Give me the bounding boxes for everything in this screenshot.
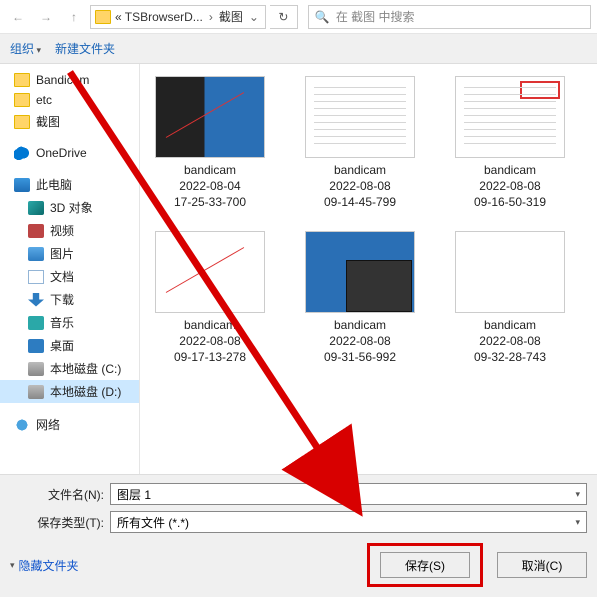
folder-icon — [14, 115, 30, 129]
breadcrumb-part[interactable]: « TSBrowserD... — [115, 10, 203, 24]
file-name: bandicam2022-08-0809-17-13-278 — [174, 317, 246, 366]
sidebar-item-label: 下载 — [50, 291, 74, 308]
folder-icon — [14, 93, 30, 107]
file-item[interactable]: bandicam2022-08-0809-16-50-319 — [450, 76, 570, 211]
new-folder-button[interactable]: 新建文件夹 — [55, 40, 115, 57]
pc-icon — [14, 178, 30, 192]
chevron-right-icon[interactable]: › — [207, 10, 215, 24]
sidebar-item-label: 此电脑 — [36, 176, 72, 193]
sidebar-item[interactable]: 截图 — [0, 110, 139, 133]
dl-icon — [28, 293, 44, 307]
sidebar-item[interactable]: 本地磁盘 (D:) — [0, 380, 139, 403]
file-name: bandicam2022-08-0809-14-45-799 — [324, 162, 396, 211]
sidebar-item-label: Bandicam — [36, 73, 89, 87]
folder-icon — [14, 73, 30, 87]
onedrive-icon — [14, 146, 30, 160]
sidebar-item[interactable]: 视频 — [0, 219, 139, 242]
sidebar-item[interactable]: 本地磁盘 (C:) — [0, 357, 139, 380]
save-button-highlight: 保存(S) — [367, 543, 483, 587]
nav-up-button[interactable]: ↑ — [62, 5, 86, 29]
sidebar-item-this-pc[interactable]: 此电脑 — [0, 173, 139, 196]
file-name: bandicam2022-08-0417-25-33-700 — [174, 162, 246, 211]
search-placeholder: 在 截图 中搜索 — [336, 8, 415, 25]
filename-input[interactable]: 图层 1 ▾ — [110, 483, 587, 505]
sidebar-item[interactable]: 图片 — [0, 242, 139, 265]
sidebar-item-label: 桌面 — [50, 337, 74, 354]
pics-icon — [28, 247, 44, 261]
docs-icon — [28, 270, 44, 284]
file-item[interactable]: bandicam2022-08-0809-32-28-743 — [450, 231, 570, 366]
sidebar-item[interactable]: 桌面 — [0, 334, 139, 357]
sidebar-item-label: 文档 — [50, 268, 74, 285]
sidebar-item-label: 图片 — [50, 245, 74, 262]
hide-folders-label: 隐藏文件夹 — [19, 557, 79, 574]
sidebar-item-label: 3D 对象 — [50, 199, 93, 216]
sidebar-item[interactable]: Bandicam — [0, 70, 139, 90]
video-icon — [28, 224, 44, 238]
sidebar-item-label: 截图 — [36, 113, 60, 130]
sidebar-item-label: 本地磁盘 (C:) — [50, 360, 121, 377]
file-grid[interactable]: bandicam2022-08-0417-25-33-700 bandicam20… — [140, 64, 597, 474]
file-name: bandicam2022-08-0809-32-28-743 — [474, 317, 546, 366]
thumbnail — [305, 231, 415, 313]
search-input[interactable]: 🔍 在 截图 中搜索 — [308, 5, 591, 29]
cancel-button[interactable]: 取消(C) — [497, 552, 587, 578]
disk-icon — [28, 362, 44, 376]
sidebar-item[interactable]: 下载 — [0, 288, 139, 311]
sidebar-item[interactable]: 音乐 — [0, 311, 139, 334]
sidebar-item-label: OneDrive — [36, 146, 87, 160]
main-area: Bandicam etc 截图 OneDrive 此电脑 3D 对象视频图片文档下载… — [0, 64, 597, 474]
sidebar-item[interactable]: etc — [0, 90, 139, 110]
thumbnail — [155, 76, 265, 158]
nav-back-button[interactable]: ← — [6, 5, 30, 29]
thumbnail — [455, 231, 565, 313]
chevron-down-icon[interactable]: ⌄ — [247, 10, 261, 24]
thumbnail — [305, 76, 415, 158]
disk-icon — [28, 385, 44, 399]
nav-forward-button: → — [34, 5, 58, 29]
filetype-select[interactable]: 所有文件 (*.*) ▾ — [110, 511, 587, 533]
network-icon — [14, 418, 30, 432]
sidebar-item[interactable]: 3D 对象 — [0, 196, 139, 219]
refresh-button[interactable]: ↻ — [270, 5, 298, 29]
sidebar-item-label: 本地磁盘 (D:) — [50, 383, 121, 400]
chevron-down-icon[interactable]: ▾ — [575, 489, 580, 500]
file-name: bandicam2022-08-0809-31-56-992 — [324, 317, 396, 366]
address-bar: ← → ↑ « TSBrowserD... › 截图 ⌄ ↻ 🔍 在 截图 中搜… — [0, 0, 597, 34]
folder-icon — [95, 10, 111, 24]
search-icon: 🔍 — [315, 10, 330, 24]
breadcrumb-part[interactable]: 截图 — [219, 8, 243, 25]
filename-label: 文件名(N): — [10, 486, 104, 503]
organize-menu[interactable]: 组织 — [10, 40, 41, 57]
thumbnail — [155, 231, 265, 313]
file-item[interactable]: bandicam2022-08-0809-14-45-799 — [300, 76, 420, 211]
chevron-down-icon[interactable]: ▾ — [575, 517, 580, 528]
obj3d-icon — [28, 201, 44, 215]
filetype-value: 所有文件 (*.*) — [117, 514, 189, 531]
sidebar: Bandicam etc 截图 OneDrive 此电脑 3D 对象视频图片文档下载… — [0, 64, 140, 474]
sidebar-item-label: etc — [36, 93, 52, 107]
save-button[interactable]: 保存(S) — [380, 552, 470, 578]
sidebar-item-label: 网络 — [36, 416, 60, 433]
sidebar-item-onedrive[interactable]: OneDrive — [0, 143, 139, 163]
breadcrumb[interactable]: « TSBrowserD... › 截图 ⌄ — [90, 5, 266, 29]
filetype-label: 保存类型(T): — [10, 514, 104, 531]
toolbar: 组织 新建文件夹 — [0, 34, 597, 64]
file-item[interactable]: bandicam2022-08-0417-25-33-700 — [150, 76, 270, 211]
filename-value: 图层 1 — [117, 486, 151, 503]
thumbnail — [455, 76, 565, 158]
sidebar-item-label: 音乐 — [50, 314, 74, 331]
desk-icon — [28, 339, 44, 353]
sidebar-item-network[interactable]: 网络 — [0, 413, 139, 436]
bottom-panel: 文件名(N): 图层 1 ▾ 保存类型(T): 所有文件 (*.*) ▾ 隐藏文… — [0, 474, 597, 597]
sidebar-item-label: 视频 — [50, 222, 74, 239]
file-name: bandicam2022-08-0809-16-50-319 — [474, 162, 546, 211]
sidebar-item[interactable]: 文档 — [0, 265, 139, 288]
music-icon — [28, 316, 44, 330]
hide-folders-toggle[interactable]: 隐藏文件夹 — [10, 557, 79, 574]
file-item[interactable]: bandicam2022-08-0809-31-56-992 — [300, 231, 420, 366]
file-item[interactable]: bandicam2022-08-0809-17-13-278 — [150, 231, 270, 366]
